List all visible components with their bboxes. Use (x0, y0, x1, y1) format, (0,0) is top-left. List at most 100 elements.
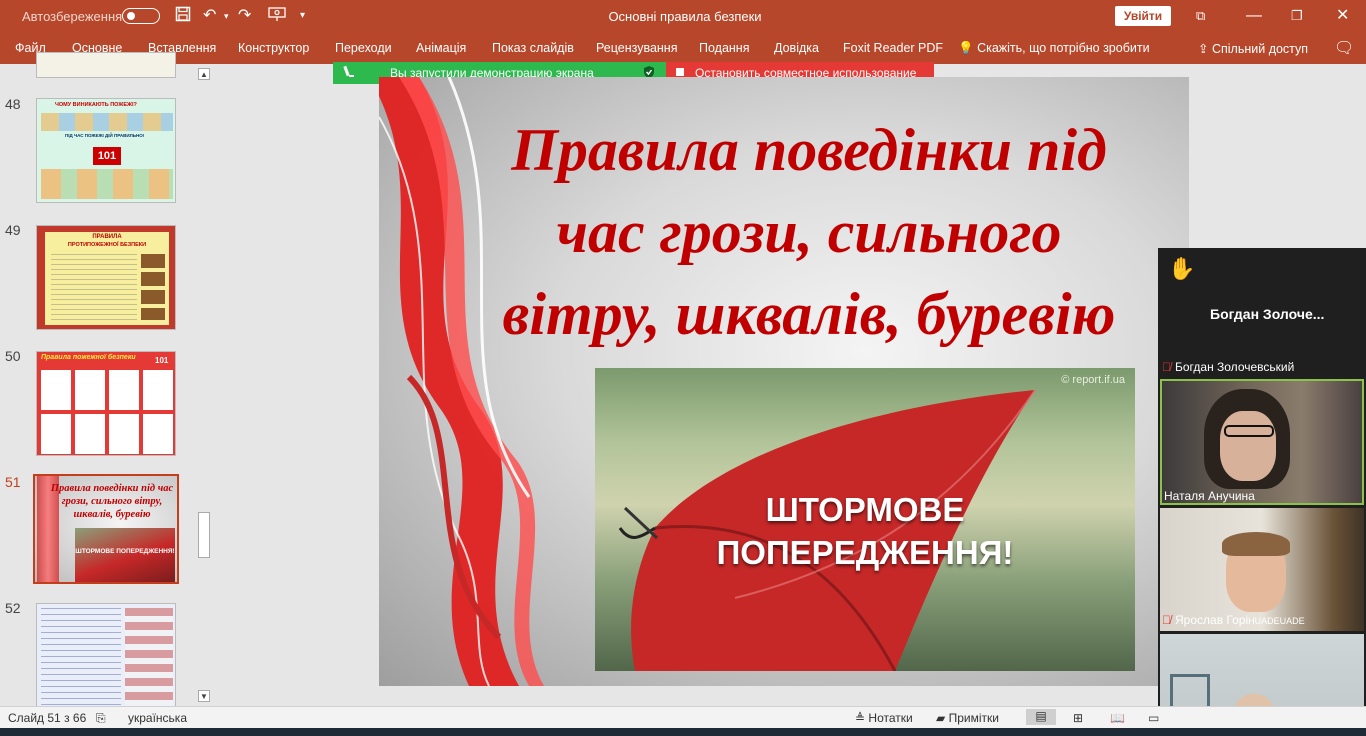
slide-title-line: вітру, шквалів, буревію (502, 281, 1116, 347)
scroll-down-icon[interactable]: ▼ (198, 690, 210, 702)
active-speaker-name: Богдан Золоче... (1210, 306, 1325, 322)
tab-foxit[interactable]: Foxit Reader PDF (843, 41, 943, 55)
autosave-label: Автозбереження (22, 9, 123, 24)
undo-icon[interactable]: ↶ (203, 6, 216, 26)
comments-icon: ▰ (936, 711, 946, 725)
slide-title-line: Правила поведінки під (511, 117, 1107, 183)
active-speaker-tile[interactable]: ✋ Богдан Золоче... (1158, 248, 1366, 358)
participant-hair (1222, 532, 1290, 556)
thumbnail-51[interactable]: Правила поведінки під час грози, сильног… (33, 474, 179, 584)
thumbnail-number: 52 (5, 600, 21, 616)
tell-me-label: Скажіть, що потрібно зробити (977, 41, 1150, 55)
storm-warning-photo[interactable]: © report.if.ua ШТОРМОВЕ ПОПЕРЕДЖЕННЯ! (595, 368, 1135, 671)
notes-label: Нотатки (868, 711, 913, 725)
tab-view[interactable]: Подання (699, 41, 749, 55)
tab-transitions[interactable]: Переходи (335, 41, 392, 55)
share-indicator-icon (343, 65, 355, 82)
comments-button[interactable]: ▰ Примітки (936, 711, 999, 725)
status-bar: Слайд 51 з 66 ⎘ українська ≜ Нотатки ▰ П… (0, 706, 1366, 728)
share-button[interactable]: ⇪ Спільний доступ (1198, 41, 1308, 56)
glasses-icon (1224, 425, 1274, 437)
tab-help[interactable]: Довідка (774, 41, 819, 55)
notes-icon: ≜ (855, 711, 866, 725)
slide-title-line: час грози, сильного (556, 199, 1062, 265)
close-icon[interactable]: ✕ (1336, 6, 1349, 26)
scrollbar-thumb[interactable] (198, 512, 210, 558)
slide-counter: Слайд 51 з 66 (8, 711, 87, 725)
slide-title: Правила поведінки під час грози, сильног… (439, 109, 1179, 355)
comments-icon[interactable]: 🗨 (1334, 38, 1354, 58)
thumbnail-title: Правила поведінки під час грози, сильног… (50, 483, 174, 520)
participant-name: Богдан Золочевський (1175, 360, 1295, 374)
thumbnail-subtitle: ПРОТИПОЖЕЖНОЇ БЕЗПЕКИ (67, 242, 147, 248)
participant-label: 🎙̸ Ярослав ГоріHUADEUADE (1162, 613, 1305, 627)
slide-thumbnail-pane: 48 ЧОМУ ВИНИКАЮТЬ ПОЖЕЖІ? ПІД ЧАС ПОЖЕЖІ… (0, 52, 216, 708)
minimize-icon[interactable]: — (1246, 6, 1262, 26)
tab-animations[interactable]: Анімація (416, 41, 466, 55)
thumbnail-text-lines (51, 254, 137, 320)
video-participants-panel: ✋ Богдан Золоче... 🎙̸ Богдан Золочевський… (1158, 248, 1366, 736)
undo-dropdown-icon[interactable]: ▾ (224, 6, 229, 26)
share-label: Спільний доступ (1211, 42, 1309, 56)
scroll-up-icon[interactable]: ▲ (198, 68, 210, 80)
stop-icon (676, 68, 684, 76)
document-title: Основні правила безпеки (608, 9, 762, 24)
tab-review[interactable]: Рецензування (596, 41, 677, 55)
thumbnail-illustrations (125, 608, 173, 706)
participant-video[interactable]: 🎙̸ Ярослав ГоріHUADEUADE (1160, 508, 1364, 631)
thumbnail-caption: ШТОРМОВЕ ПОПЕРЕДЖЕННЯ! (75, 548, 175, 555)
slideshow-view-icon[interactable]: ▭ (1148, 711, 1159, 725)
thumbnail-illustrations (41, 414, 173, 454)
reading-view-icon[interactable]: 📖 (1110, 711, 1125, 725)
thumbnail-49[interactable]: ПРАВИЛА ПРОТИПОЖЕЖНОЇ БЕЗПЕКИ (36, 225, 176, 330)
slide-canvas[interactable]: Правила поведінки під час грози, сильног… (379, 77, 1189, 686)
thumbnail-title: Правила пожежної безпеки (41, 354, 136, 361)
save-icon[interactable] (175, 6, 191, 28)
restore-icon[interactable]: ⧉ (1196, 6, 1205, 26)
thumbnail-panel: ПРАВИЛА ПРОТИПОЖЕЖНОЇ БЕЗПЕКИ (45, 232, 169, 325)
present-icon[interactable] (268, 6, 286, 28)
thumbnail-title: ПРАВИЛА (92, 234, 122, 240)
thumbnail-badge: 101 (93, 147, 121, 165)
thumbnail-title: ЧОМУ ВИНИКАЮТЬ ПОЖЕЖІ? (55, 102, 137, 108)
accessibility-icon[interactable]: ⎘ (96, 711, 106, 726)
photo-credit: © report.if.ua (1061, 374, 1125, 386)
photo-caption-line: ШТОРМОВЕ (765, 491, 965, 528)
ribbon-tabs: Файл Основне Вставлення Конструктор Пере… (0, 32, 1366, 64)
thumbnail-number: 49 (5, 222, 21, 238)
thumbnail-number: 50 (5, 348, 21, 364)
tell-me-search[interactable]: 💡 Скажіть, що потрібно зробити (958, 41, 1150, 56)
thumbnail-badge: 101 (155, 356, 169, 365)
mic-muted-icon: 🎙̸ (1162, 613, 1171, 627)
thumbnail-48[interactable]: ЧОМУ ВИНИКАЮТЬ ПОЖЕЖІ? ПІД ЧАС ПОЖЕЖІ ДІ… (36, 98, 176, 203)
customize-icon[interactable]: ▾ (300, 6, 305, 26)
raised-hand-icon: ✋ (1168, 256, 1196, 281)
slide-sorter-icon[interactable]: ⊞ (1073, 711, 1083, 725)
participant-label: 🎙̸ Богдан Золочевський (1162, 360, 1294, 374)
thumbnail-number: 51 (5, 474, 21, 490)
normal-view-icon[interactable]: ▤ (1026, 709, 1056, 725)
share-icon: ⇪ (1198, 42, 1209, 56)
notes-button[interactable]: ≜ Нотатки (855, 711, 913, 725)
thumbnail-illustrations (41, 113, 173, 131)
thumbnail-subtitle: ПІД ЧАС ПОЖЕЖІ ДІЙ ПРАВИЛЬНО! (65, 133, 145, 138)
participant-video[interactable]: Наталя Анучина (1160, 379, 1364, 505)
thumbnail-illustrations (41, 169, 173, 199)
taskbar-strip (0, 728, 1366, 736)
participant-name-suffix: HUADEUADE (1248, 616, 1305, 626)
autosave-toggle[interactable] (122, 8, 160, 24)
maximize-icon[interactable]: ❐ (1291, 6, 1303, 26)
thumbnail-illustrations (41, 370, 173, 410)
redo-icon[interactable]: ↷ (238, 6, 251, 26)
participant-name: Ярослав Горі (1175, 613, 1249, 627)
thumbnail-50[interactable]: Правила пожежної безпеки 101 (36, 351, 176, 456)
signin-button[interactable]: Увійти (1115, 6, 1171, 26)
participant-name: Наталя Анучина (1164, 489, 1255, 503)
tab-design[interactable]: Конструктор (238, 41, 309, 55)
tab-slideshow[interactable]: Показ слайдів (492, 41, 574, 55)
thumbnail-52[interactable] (36, 603, 176, 708)
language-indicator[interactable]: українська (128, 711, 187, 725)
thumbnail-47[interactable] (36, 52, 176, 78)
thumbnail-scrollbar[interactable]: ▲ ▼ (196, 64, 212, 706)
photo-caption-line: ПОПЕРЕДЖЕННЯ! (716, 534, 1014, 571)
